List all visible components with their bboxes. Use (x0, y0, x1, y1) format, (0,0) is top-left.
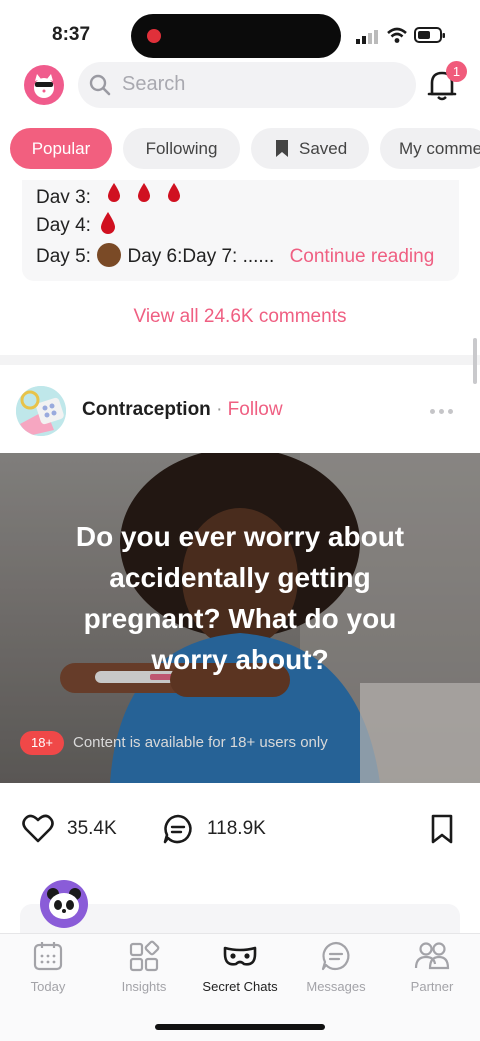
tab-secret-chats-label: Secret Chats (202, 979, 278, 994)
age-restriction-text: Content is available for 18+ users only (73, 734, 328, 751)
day-4-label: Day 4: (36, 215, 91, 236)
bookmark-icon (276, 140, 288, 157)
cellular-signal-icon (356, 30, 378, 44)
home-indicator[interactable] (155, 1024, 325, 1030)
cat-sunglasses-icon (34, 74, 54, 98)
follow-button[interactable]: Follow (228, 399, 283, 420)
more-options-icon[interactable] (430, 401, 457, 419)
age-restriction-badge: 18+ (20, 731, 64, 755)
grid-icon (129, 940, 160, 972)
tab-saved[interactable]: Saved (251, 128, 369, 169)
continue-reading-link[interactable]: Continue reading (290, 246, 435, 267)
day-3-row: Day 3: (36, 181, 186, 203)
dot-separator: · (216, 399, 223, 420)
brown-circle-icon (97, 243, 122, 267)
tab-partner[interactable]: Partner (384, 940, 480, 994)
tab-today-label: Today (30, 979, 66, 994)
like-count: 35.4K (67, 818, 117, 839)
chat-icon (321, 941, 350, 971)
blood-drop-icon (101, 212, 116, 234)
wifi-icon (387, 27, 407, 43)
scrollbar[interactable] (473, 338, 477, 384)
tab-today[interactable]: Today (0, 940, 96, 994)
heart-icon[interactable] (22, 813, 54, 843)
panda-avatar[interactable] (40, 880, 88, 928)
tab-messages-label: Messages (306, 979, 366, 994)
tab-messages[interactable]: Messages (288, 940, 384, 994)
calendar-icon (33, 942, 63, 971)
tab-secret-chats[interactable]: Secret Chats (192, 940, 288, 994)
day-6-label: Day 6: (127, 246, 183, 267)
day-5-row: Day 5: Day 6:Day 7: ...... Continue read… (36, 242, 434, 268)
search-icon (89, 74, 111, 96)
tab-partner-label: Partner (410, 979, 454, 994)
bookmark-icon[interactable] (431, 814, 453, 844)
panda-icon (47, 888, 81, 919)
community-name[interactable]: Contraception (82, 399, 211, 420)
mask-icon (223, 946, 257, 966)
dynamic-island (131, 14, 341, 58)
day-5-label: Day 5: (36, 246, 91, 267)
tab-insights-label: Insights (121, 979, 167, 994)
community-avatar[interactable] (16, 386, 66, 436)
post-author-row: Contraception · Follow (82, 399, 283, 421)
comment-icon[interactable] (162, 813, 194, 845)
search-input[interactable]: Search (122, 73, 185, 96)
day-4-row: Day 4: (36, 211, 118, 237)
tab-following[interactable]: Following (123, 128, 240, 169)
partner-icon (414, 942, 450, 970)
recording-indicator-icon (147, 29, 161, 43)
day-7-label: Day 7: ...... (182, 246, 275, 267)
blood-drops-icon (108, 183, 181, 202)
profile-avatar[interactable] (24, 65, 64, 105)
battery-icon (414, 27, 445, 43)
status-time: 8:37 (52, 24, 91, 45)
section-divider (0, 355, 480, 365)
comment-count: 118.9K (207, 818, 266, 839)
tab-popular[interactable]: Popular (10, 128, 112, 169)
tab-insights[interactable]: Insights (96, 940, 192, 994)
day-3-label: Day 3: (36, 187, 91, 203)
notification-badge: 1 (446, 61, 467, 82)
view-all-comments-link[interactable]: View all 24.6K comments (0, 306, 480, 328)
tab-saved-label: Saved (299, 139, 348, 158)
tab-my-comments[interactable]: My comme (380, 128, 480, 169)
pill-pack-icon (16, 386, 66, 436)
post-title: Do you ever worry about accidentally get… (75, 521, 405, 675)
